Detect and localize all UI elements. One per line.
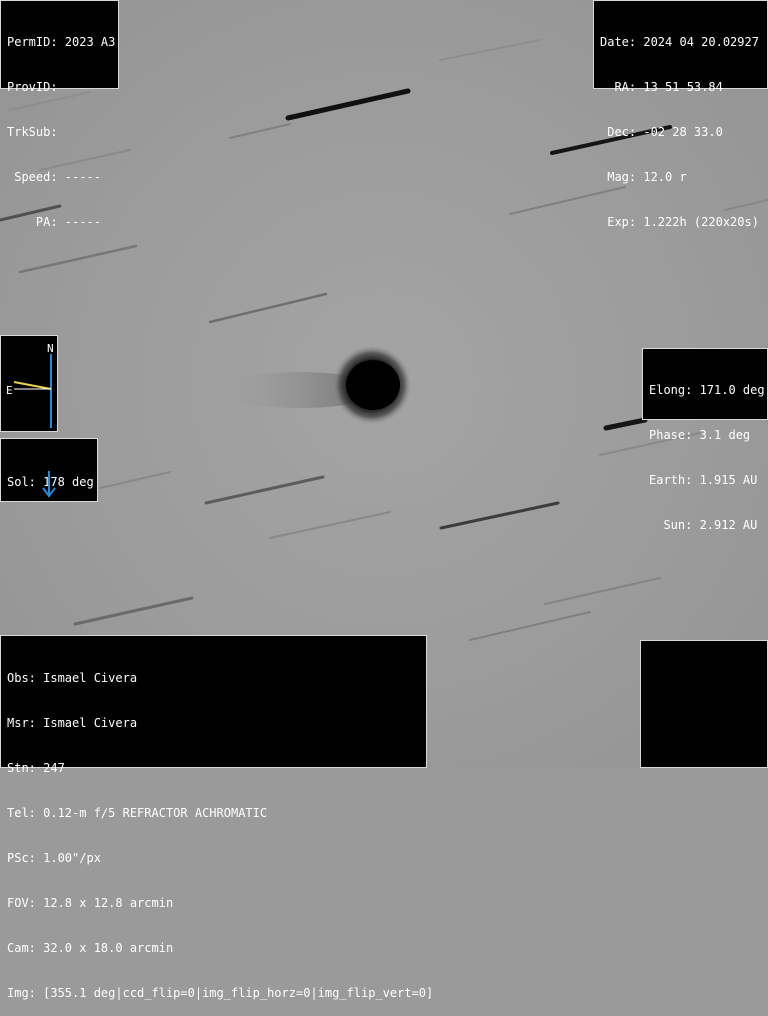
arrow-down-icon xyxy=(42,471,56,498)
station: Stn: 247 xyxy=(7,761,65,775)
observer: Obs: Ismael Civera xyxy=(7,671,138,685)
east-arrow xyxy=(13,381,52,390)
obs-date: Date: 2024 04 20.02927 xyxy=(600,35,759,49)
star-trail xyxy=(18,244,138,274)
star-trail xyxy=(204,475,325,505)
image-params: Img: [355.1 deg|ccd_flip=0|img_flip_horz… xyxy=(7,986,434,1000)
speed: Speed: ----- xyxy=(7,170,101,184)
camera-field: Cam: 32.0 x 18.0 arcmin xyxy=(7,941,174,955)
star-trail xyxy=(603,417,648,431)
telescope: Tel: 0.12-m f/5 REFRACTOR ACHROMATIC xyxy=(7,806,268,820)
observer-info-panel: Obs: Ismael Civera Msr: Ismael Civera St… xyxy=(0,635,433,1000)
prov-id: ProvID: xyxy=(7,80,58,94)
star-trail xyxy=(439,39,541,61)
geometry-panel: Elong: 171.0 deg Phase: 3.1 deg Earth: 1… xyxy=(642,348,768,532)
compass-icon xyxy=(13,354,52,428)
star-trail xyxy=(73,596,194,626)
magnitude: Mag: 12.0 r xyxy=(600,170,687,184)
comet-nucleus xyxy=(346,360,400,410)
zoom-thumbnail xyxy=(640,640,768,768)
trk-sub: TrkSub: xyxy=(7,125,58,139)
declination: Dec: -02 28 33.0 xyxy=(600,125,723,139)
star-trail xyxy=(99,471,171,489)
measurer: Msr: Ismael Civera xyxy=(7,716,138,730)
right-ascension: RA: 13 51 53.84 xyxy=(600,80,723,94)
star-trail xyxy=(285,88,411,121)
observation-info-panel: Date: 2024 04 20.02927 RA: 13 51 53.84 D… xyxy=(593,0,768,229)
field-of-view: FOV: 12.8 x 12.8 arcmin xyxy=(7,896,174,910)
star-trail xyxy=(208,292,328,324)
target-info-panel: PermID: 2023 A3 ProvID: TrkSub: Speed: -… xyxy=(0,0,119,229)
solar-direction-panel: Sol: 178 deg xyxy=(0,438,98,502)
position-angle: PA: ----- xyxy=(7,215,101,229)
star-trail xyxy=(439,501,560,530)
sun-distance: Sun: 2.912 AU xyxy=(649,518,758,532)
star-trail xyxy=(544,577,661,605)
thumbnail-image xyxy=(655,656,767,767)
earth-distance: Earth: 1.915 AU xyxy=(649,473,758,487)
compass-panel: N E xyxy=(0,335,58,432)
exposure: Exp: 1.222h (220x20s) xyxy=(600,215,759,229)
star-trail xyxy=(229,123,291,139)
pixel-scale: PSc: 1.00"/px xyxy=(7,851,101,865)
elongation: Elong: 171.0 deg xyxy=(649,383,765,397)
comet xyxy=(220,345,412,425)
star-trail xyxy=(269,511,391,539)
phase: Phase: 3.1 deg xyxy=(649,428,751,442)
perm-id: PermID: 2023 A3 xyxy=(7,35,116,49)
star-trail xyxy=(469,611,591,641)
